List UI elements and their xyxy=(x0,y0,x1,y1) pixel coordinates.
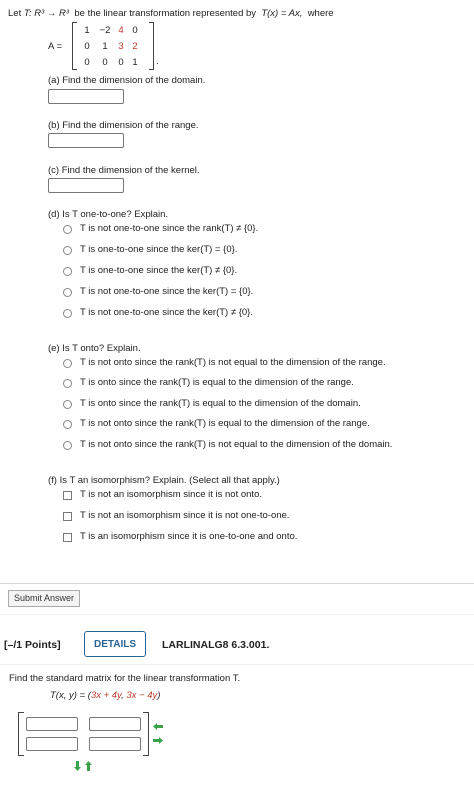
option-f-3: T is an isomorphism since it is one-to-o… xyxy=(80,531,298,542)
option-e-1: T is not onto since the rank(T) is not e… xyxy=(80,357,386,368)
answer-matrix-left-bracket xyxy=(18,712,24,756)
matrix-cell: 1 xyxy=(132,57,138,68)
remove-row-icon[interactable] xyxy=(84,760,93,772)
question-e: (e) Is T onto? Explain. xyxy=(48,343,141,354)
problem-intro: Let T: R³ → R³ be the linear transformat… xyxy=(8,8,334,19)
matrix-left-bracket xyxy=(72,22,77,70)
radio-d-5[interactable] xyxy=(63,309,72,318)
option-e-5: T is not onto since the rank(T) is not e… xyxy=(80,439,393,450)
matrix-cell: 1 xyxy=(84,25,90,36)
remove-column-icon[interactable] xyxy=(152,722,164,731)
matrix-input-r2c2[interactable] xyxy=(89,737,141,751)
option-e-3: T is onto since the rank(T) is equal to … xyxy=(80,398,361,409)
answer-matrix-right-bracket xyxy=(143,712,149,756)
matrix-cell: 0 xyxy=(102,57,108,68)
details-button[interactable]: DETAILS xyxy=(84,631,146,657)
points-label: [–/1 Points] xyxy=(4,639,61,651)
checkbox-f-3[interactable] xyxy=(63,533,72,542)
option-e-4: T is not onto since the rank(T) is equal… xyxy=(80,418,370,429)
matrix-input-r2c1[interactable] xyxy=(26,737,78,751)
radio-d-1[interactable] xyxy=(63,225,72,234)
checkbox-f-1[interactable] xyxy=(63,491,72,500)
checkbox-f-2[interactable] xyxy=(63,512,72,521)
transformation-formula: T(x, y) = (3x + 4y, 3x − 4y) xyxy=(50,690,161,701)
radio-e-3[interactable] xyxy=(63,400,72,409)
answer-a-input[interactable] xyxy=(48,89,124,104)
radio-e-5[interactable] xyxy=(63,441,72,450)
problem-code: LARLINALG8 6.3.001. xyxy=(162,639,270,651)
add-column-icon[interactable] xyxy=(152,736,164,745)
matrix-cell: 0 xyxy=(132,25,138,36)
answer-c-input[interactable] xyxy=(48,178,124,193)
option-d-3: T is one-to-one since the ker(T) ≠ {0}. xyxy=(80,265,238,276)
problem2-prompt: Find the standard matrix for the linear … xyxy=(9,673,241,684)
option-d-2: T is one-to-one since the ker(T) = {0}. xyxy=(80,244,238,255)
submit-answer-button[interactable]: Submit Answer xyxy=(8,590,81,607)
matrix-cell: 1 xyxy=(102,41,108,52)
option-d-1: T is not one-to-one since the rank(T) ≠ … xyxy=(80,223,259,234)
radio-e-1[interactable] xyxy=(63,359,72,368)
option-d-4: T is not one-to-one since the ker(T) = {… xyxy=(80,286,254,297)
matrix-cell: −2 xyxy=(99,25,111,36)
matrix-cell: 4 xyxy=(118,25,124,36)
problem-separator xyxy=(0,614,474,615)
add-row-icon[interactable] xyxy=(73,760,82,772)
option-f-2: T is not an isomorphism since it is not … xyxy=(80,510,290,521)
matrix-cell: 0 xyxy=(84,57,90,68)
radio-d-2[interactable] xyxy=(63,246,72,255)
matrix-cell: 0 xyxy=(118,57,124,68)
radio-e-4[interactable] xyxy=(63,420,72,429)
question-b: (b) Find the dimension of the range. xyxy=(48,120,199,131)
question-f: (f) Is T an isomorphism? Explain. (Selec… xyxy=(48,475,280,486)
question-a: (a) Find the dimension of the domain. xyxy=(48,75,206,86)
matrix-cell: 2 xyxy=(132,41,138,52)
matrix-cell: 0 xyxy=(84,41,90,52)
question-c: (c) Find the dimension of the kernel. xyxy=(48,165,200,176)
option-f-1: T is not an isomorphism since it is not … xyxy=(80,489,262,500)
answer-b-input[interactable] xyxy=(48,133,124,148)
matrix-cell: 3 xyxy=(118,41,124,52)
header-divider xyxy=(0,664,474,665)
matrix-right-bracket xyxy=(149,22,154,70)
option-e-2: T is onto since the rank(T) is equal to … xyxy=(80,377,354,388)
matrix-input-r1c2[interactable] xyxy=(89,717,141,731)
option-d-5: T is not one-to-one since the ker(T) ≠ {… xyxy=(80,307,253,318)
radio-e-2[interactable] xyxy=(63,379,72,388)
section-divider xyxy=(0,583,474,584)
matrix-label: A = xyxy=(48,41,62,52)
question-d: (d) Is T one-to-one? Explain. xyxy=(48,209,169,220)
radio-d-3[interactable] xyxy=(63,267,72,276)
matrix-a: 1 −2 4 0 0 1 3 2 0 0 0 1 xyxy=(72,22,154,70)
radio-d-4[interactable] xyxy=(63,288,72,297)
matrix-input-r1c1[interactable] xyxy=(26,717,78,731)
matrix-period: . xyxy=(156,56,159,67)
